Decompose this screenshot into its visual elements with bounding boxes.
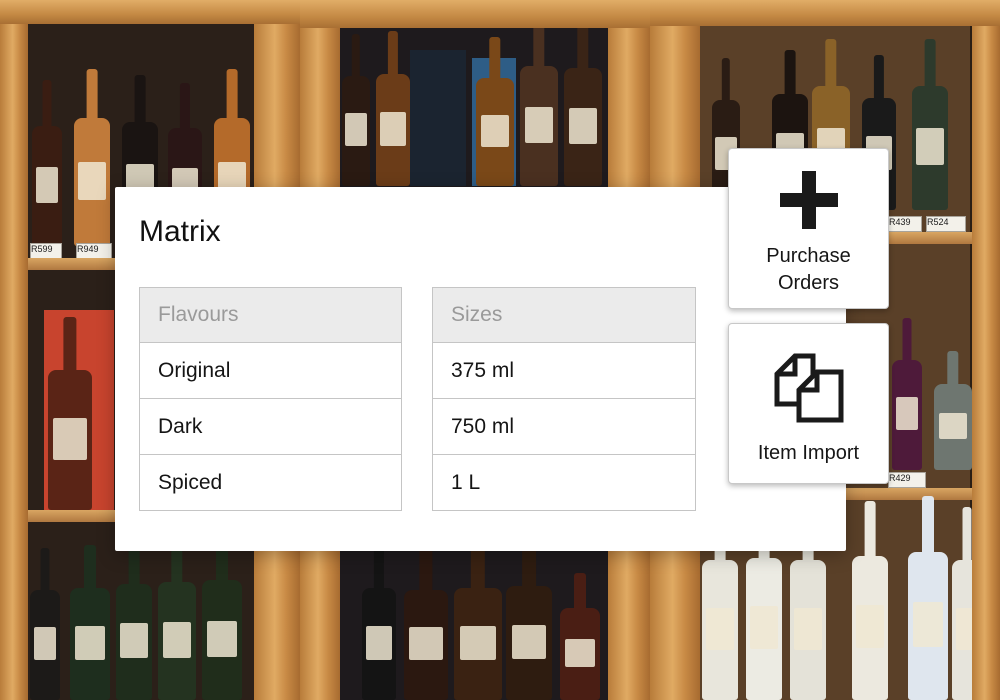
table-row[interactable]: 375 ml <box>432 342 696 399</box>
price-tag: R524 <box>926 216 966 232</box>
documents-icon <box>774 353 843 423</box>
purchase-orders-label: Purchase Orders <box>766 245 851 294</box>
table-row[interactable]: 1 L <box>432 454 696 511</box>
size-cell[interactable]: 750 ml <box>432 398 696 455</box>
table-row[interactable]: 750 ml <box>432 398 696 455</box>
size-cell[interactable]: 375 ml <box>432 342 696 399</box>
purchase-orders-button[interactable]: Purchase Orders <box>728 148 889 309</box>
table-row[interactable]: Spiced <box>139 454 402 511</box>
price-tag: R949 <box>76 243 112 259</box>
price-tag: R599 <box>30 243 62 259</box>
sizes-table: Sizes 375 ml 750 ml 1 L <box>432 287 696 511</box>
matrix-title: Matrix <box>139 215 221 248</box>
sizes-header: Sizes <box>432 287 696 343</box>
price-tag: R429 <box>888 472 926 488</box>
flavours-header: Flavours <box>139 287 402 343</box>
price-tag: R439 <box>888 216 922 232</box>
flavour-cell[interactable]: Spiced <box>139 454 402 511</box>
table-row[interactable]: Original <box>139 342 402 399</box>
flavour-cell[interactable]: Original <box>139 342 402 399</box>
table-header-row: Flavours <box>139 287 402 343</box>
table-header-row: Sizes <box>432 287 696 343</box>
item-import-label: Item Import <box>757 442 860 464</box>
size-cell[interactable]: 1 L <box>432 454 696 511</box>
flavour-cell[interactable]: Dark <box>139 398 402 455</box>
flavours-table: Flavours Original Dark Spiced <box>139 287 402 511</box>
item-import-button[interactable]: Item Import <box>728 323 889 484</box>
table-row[interactable]: Dark <box>139 398 402 455</box>
plus-icon <box>779 171 838 229</box>
